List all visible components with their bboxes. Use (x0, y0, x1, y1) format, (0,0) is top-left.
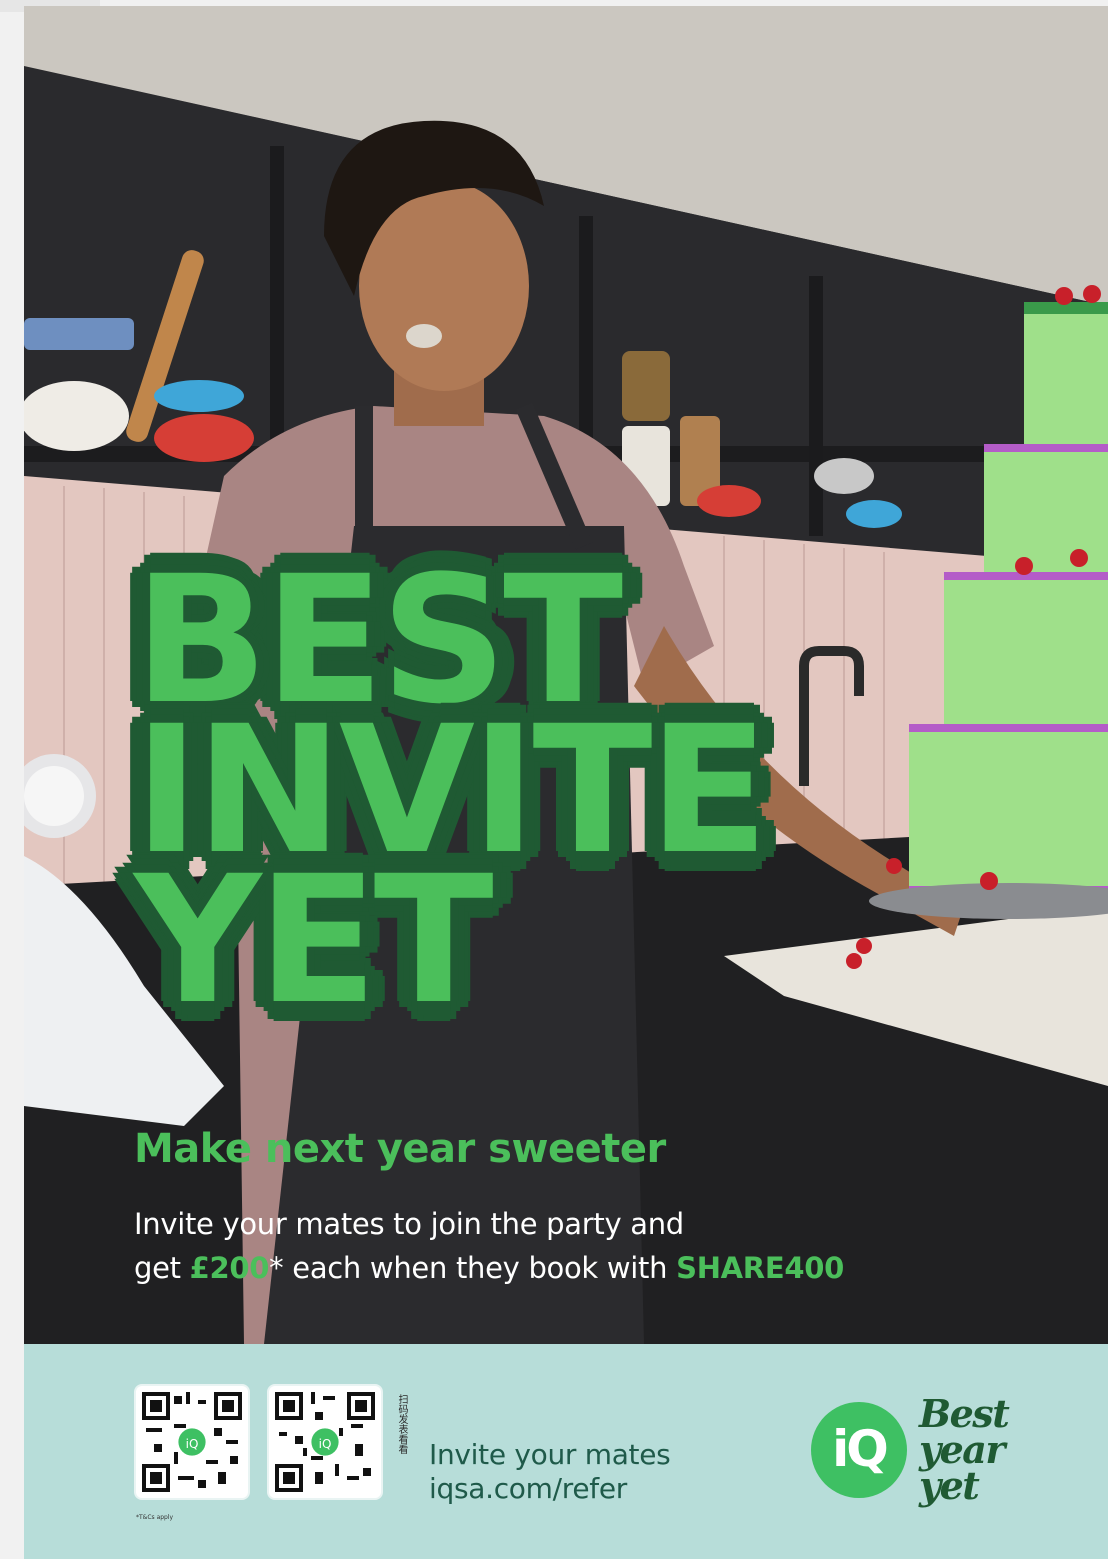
terms-note: *T&Cs apply (136, 1514, 174, 1521)
invite-cta: Invite your mates iqsa.com/refer (429, 1438, 671, 1506)
headline: BEST INVITE YET (134, 553, 769, 1029)
poster: BEST INVITE YET Make next year sweeter I… (24, 6, 1108, 1559)
iq-logo-icon: iQ (811, 1402, 907, 1498)
body-line-2: get £200* each when they book with SHARE… (134, 1246, 934, 1290)
asterisk: * (269, 1251, 284, 1285)
qr-code-icon[interactable]: iQ (269, 1386, 381, 1498)
reward-amount: £200 (189, 1251, 270, 1285)
invite-label: Invite your mates (429, 1438, 671, 1471)
body-copy: Invite your mates to join the party and … (134, 1202, 934, 1290)
qr-code-icon[interactable]: iQ (136, 1386, 248, 1498)
referral-url[interactable]: iqsa.com/refer (429, 1472, 670, 1506)
promo-code: SHARE400 (676, 1251, 844, 1285)
svg-text:iQ: iQ (186, 1437, 199, 1451)
body-line-1: Invite your mates to join the party and (134, 1207, 684, 1241)
brand-tagline: Best year yet (919, 1395, 1059, 1508)
body-prefix: get (134, 1251, 190, 1285)
footer-band: iQ iQ 扫码发表看看 *T&Cs apply Invite your mat… (24, 1344, 1108, 1559)
svg-text:iQ: iQ (319, 1437, 332, 1451)
tagline-line-3: yet (919, 1463, 980, 1508)
body-middle: each when they book with (283, 1251, 677, 1285)
scan-instruction: 扫码发表看看 (396, 1394, 407, 1454)
logo-text: iQ (832, 1420, 889, 1478)
subhead: Make next year sweeter (134, 1126, 666, 1172)
